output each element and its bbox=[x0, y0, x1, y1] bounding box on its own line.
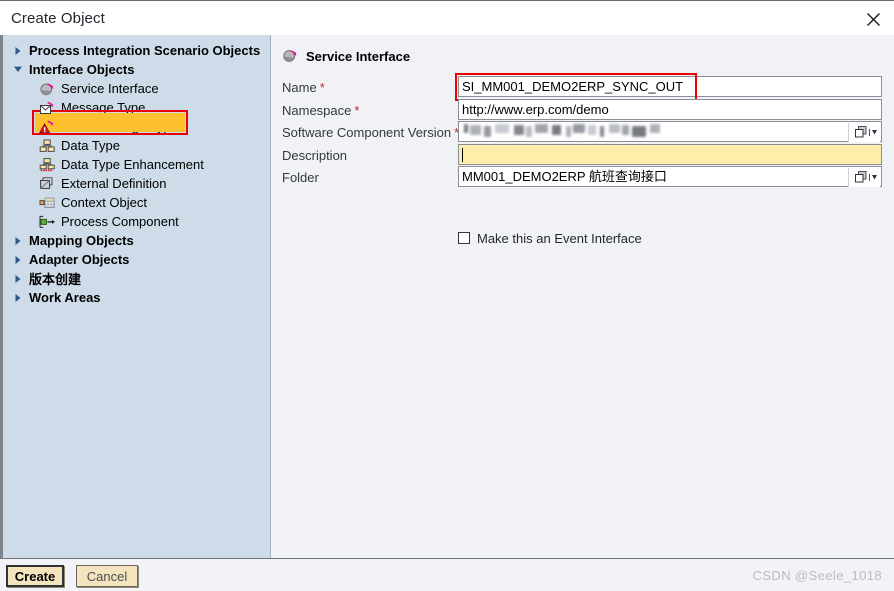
tree-item-label: Data Type bbox=[61, 138, 121, 153]
data-type-enhancement-icon bbox=[39, 157, 57, 173]
cancel-button[interactable]: Cancel bbox=[76, 565, 138, 587]
value-help-icon[interactable] bbox=[848, 123, 880, 142]
tree-item-[interactable]: 版本创建 bbox=[3, 269, 270, 288]
field-value: SI_MM001_DEMO2ERP_SYNC_OUT bbox=[462, 79, 684, 94]
message-type-icon bbox=[39, 100, 57, 116]
tree-item-label: Data Type Enhancement bbox=[61, 157, 204, 172]
data-type-icon bbox=[39, 138, 57, 154]
tree-item-label: Mapping Objects bbox=[29, 233, 134, 248]
field-label-text: Name bbox=[282, 79, 317, 95]
field-input-software-component-version[interactable] bbox=[458, 121, 882, 142]
tree-item-work-areas[interactable]: Work Areas bbox=[3, 288, 270, 307]
event-interface-checkbox[interactable] bbox=[458, 232, 470, 244]
fault-message-type-icon bbox=[39, 119, 57, 135]
object-type-tree: Process Integration Scenario Objects Inte… bbox=[3, 35, 270, 307]
service-interface-icon bbox=[39, 81, 57, 97]
dialog-titlebar: Create Object bbox=[0, 2, 894, 35]
chevron-right-icon[interactable] bbox=[11, 44, 25, 58]
dialog-footer: Create Cancel CSDN @Seele_1018 bbox=[0, 558, 894, 591]
event-interface-label: Make this an Event Interface bbox=[477, 230, 642, 246]
field-input-description[interactable] bbox=[458, 144, 882, 165]
tree-item-service-interface[interactable]: Service Interface bbox=[3, 79, 270, 98]
field-input-folder[interactable]: MM001_DEMO2ERP 航班查询接口 bbox=[458, 166, 882, 187]
dialog-title: Create Object bbox=[11, 10, 105, 27]
text-caret bbox=[462, 147, 463, 162]
external-definition-icon bbox=[39, 176, 57, 192]
create-button[interactable]: Create bbox=[6, 565, 64, 587]
tree-item-adapter-objects[interactable]: Adapter Objects bbox=[3, 250, 270, 269]
tree-item-label: Interface Objects bbox=[29, 62, 135, 77]
tree-item-label: Fault Message Type bbox=[61, 119, 178, 134]
create-object-dialog: Create Object Process Integration Scenar… bbox=[0, 0, 894, 591]
field-label-namespace: Namespace * bbox=[282, 98, 359, 122]
tree-item-label: Process Integration Scenario Objects bbox=[29, 43, 261, 58]
field-label-folder: Folder bbox=[282, 165, 319, 189]
tree-item-fault-message-type[interactable]: Fault Message Type bbox=[3, 117, 270, 136]
tree-item-process-integration-scenario-objects[interactable]: Process Integration Scenario Objects bbox=[3, 41, 270, 60]
tree-item-label: Adapter Objects bbox=[29, 252, 130, 267]
required-marker: * bbox=[319, 79, 325, 95]
tree-item-label: Work Areas bbox=[29, 290, 101, 305]
chevron-right-icon[interactable] bbox=[11, 234, 25, 248]
chevron-right-icon[interactable] bbox=[11, 253, 25, 267]
tree-item-label: Service Interface bbox=[61, 81, 159, 96]
field-value: MM001_DEMO2ERP 航班查询接口 bbox=[462, 169, 667, 184]
tree-item-mapping-objects[interactable]: Mapping Objects bbox=[3, 231, 270, 250]
close-icon[interactable] bbox=[860, 7, 886, 31]
service-interface-form-pane: Service Interface Name * SI_MM001_DEMO2ERP… bbox=[272, 35, 894, 558]
object-type-tree-pane: Process Integration Scenario Objects Inte… bbox=[3, 35, 271, 558]
event-interface-checkbox-row: Make this an Event Interface bbox=[458, 229, 642, 247]
field-label-text: Software Component Version bbox=[282, 124, 452, 140]
field-label-text: Description bbox=[282, 147, 348, 163]
tree-item-process-component[interactable]: Process Component bbox=[3, 212, 270, 231]
tree-item-message-type[interactable]: Message Type bbox=[3, 98, 270, 117]
field-label-text: Namespace bbox=[282, 102, 352, 118]
tree-item-data-type-enhancement[interactable]: Data Type Enhancement bbox=[3, 155, 270, 174]
dialog-content: Process Integration Scenario Objects Inte… bbox=[0, 35, 894, 558]
field-label-name: Name * bbox=[282, 75, 325, 99]
tree-item-label: Message Type bbox=[61, 100, 146, 115]
watermark: CSDN @Seele_1018 bbox=[752, 568, 882, 583]
form-header: Service Interface bbox=[282, 47, 410, 65]
context-object-icon bbox=[39, 195, 57, 211]
field-label-software-component-version: Software Component Version * bbox=[282, 120, 459, 144]
field-input-namespace[interactable]: http://www.erp.com/demo bbox=[458, 99, 882, 120]
censored-value bbox=[462, 123, 878, 140]
service-interface-icon bbox=[282, 48, 300, 64]
process-component-icon bbox=[39, 214, 57, 230]
tree-item-data-type[interactable]: Data Type bbox=[3, 136, 270, 155]
chevron-down-icon[interactable] bbox=[11, 63, 25, 77]
form-header-label: Service Interface bbox=[306, 48, 411, 64]
tree-item-label: Process Component bbox=[61, 214, 179, 229]
tree-item-label: 版本创建 bbox=[29, 272, 82, 287]
field-label-description: Description bbox=[282, 143, 347, 167]
tree-item-external-definition[interactable]: External Definition bbox=[3, 174, 270, 193]
chevron-right-icon[interactable] bbox=[11, 272, 25, 286]
tree-item-label: Context Object bbox=[61, 195, 147, 210]
field-value: http://www.erp.com/demo bbox=[462, 102, 609, 117]
field-label-text: Folder bbox=[282, 169, 319, 185]
required-marker: * bbox=[354, 102, 360, 118]
field-input-name[interactable]: SI_MM001_DEMO2ERP_SYNC_OUT bbox=[458, 76, 882, 97]
tree-item-label: External Definition bbox=[61, 176, 167, 191]
value-help-icon[interactable] bbox=[848, 168, 880, 187]
tree-item-interface-objects[interactable]: Interface Objects bbox=[3, 60, 270, 79]
tree-item-context-object[interactable]: Context Object bbox=[3, 193, 270, 212]
chevron-right-icon[interactable] bbox=[11, 291, 25, 305]
